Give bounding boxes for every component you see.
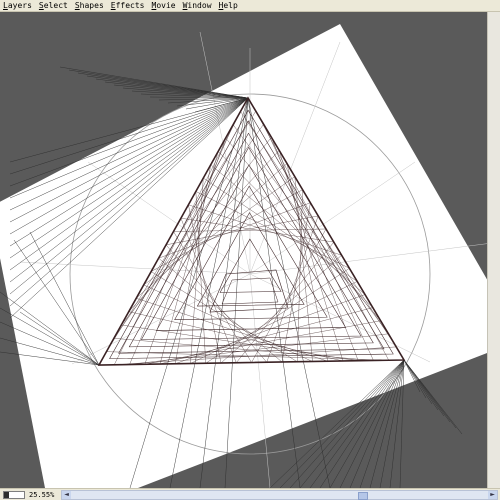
scroll-thumb[interactable] [358, 491, 369, 500]
zoom-slider[interactable] [3, 490, 25, 499]
perspective-ray [68, 69, 249, 99]
artwork[interactable] [0, 12, 500, 488]
scroll-right-icon[interactable]: ► [488, 490, 497, 499]
perspective-ray [59, 66, 249, 99]
zoom-slider-fill [4, 491, 10, 498]
menu-select[interactable]: Select [39, 0, 68, 11]
menu-shapes[interactable]: Shapes [75, 0, 104, 11]
zoom-level-readout: 25.55% [29, 490, 55, 499]
status-bar: 25.55% ◄ ► [0, 488, 500, 500]
vertical-scrollbar[interactable] [487, 12, 500, 488]
menu-effects[interactable]: Effects [111, 0, 145, 11]
menu-help[interactable]: Help [219, 0, 238, 11]
menu-movie[interactable]: Movie [152, 0, 176, 11]
menu-bar: Layers Select Shapes Effects Movie Windo… [0, 0, 500, 12]
horizontal-scrollbar[interactable]: ◄ ► [61, 489, 498, 500]
drawing-canvas[interactable] [0, 12, 500, 488]
menu-window[interactable]: Window [183, 0, 212, 11]
scroll-left-icon[interactable]: ◄ [62, 490, 71, 499]
menu-layers[interactable]: Layers [3, 0, 32, 11]
